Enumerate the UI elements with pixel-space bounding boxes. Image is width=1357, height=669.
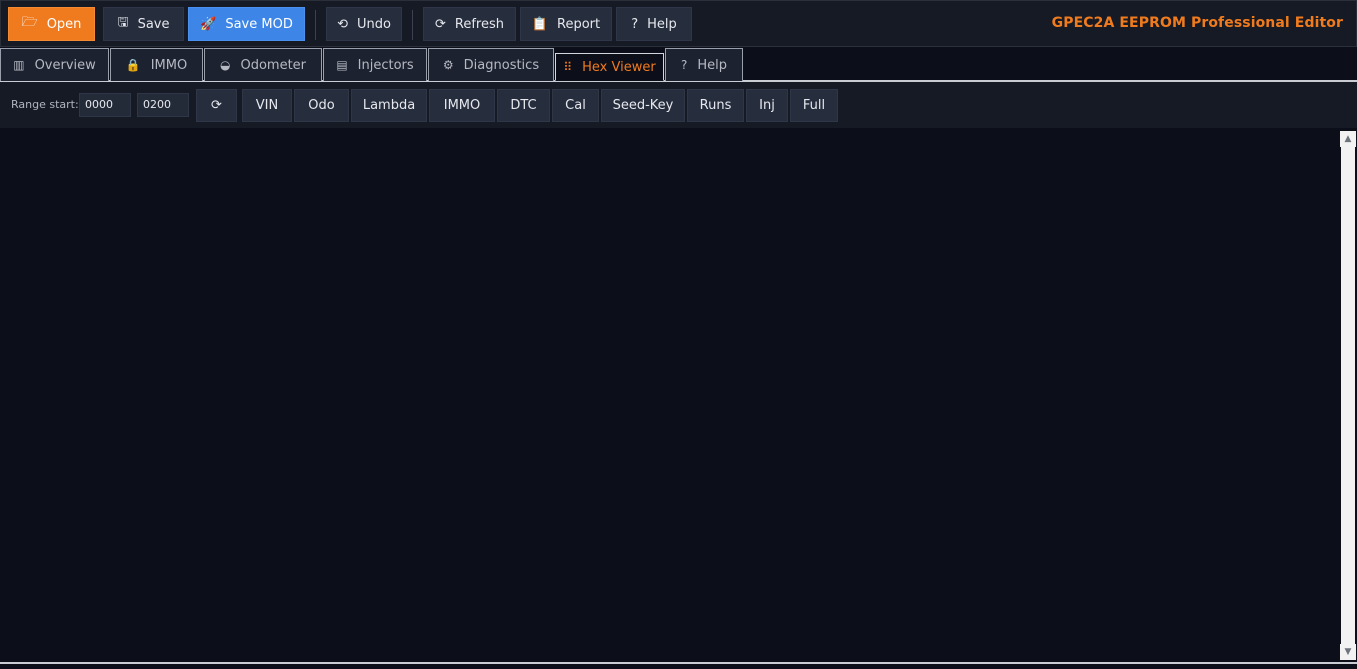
question-icon: ? bbox=[680, 58, 688, 72]
scroll-up-arrow-icon[interactable]: ▲ bbox=[1340, 131, 1356, 147]
open-button-label: Open bbox=[46, 16, 82, 32]
open-button[interactable]: 🗁 Open bbox=[8, 7, 95, 41]
range-length-input[interactable]: 0200 bbox=[137, 93, 189, 117]
toolbar-divider bbox=[315, 10, 316, 40]
tab-label: Odometer bbox=[240, 57, 307, 73]
report-button[interactable]: 📋 Report bbox=[520, 7, 612, 41]
file-icon: ▤ bbox=[336, 58, 348, 72]
tab-label: Overview bbox=[34, 57, 96, 73]
tab-injectors[interactable]: ▤ Injectors bbox=[323, 48, 427, 81]
report-button-label: Report bbox=[557, 16, 601, 32]
gauge-icon: ◒ bbox=[219, 58, 231, 72]
preset-dtc-button[interactable]: DTC bbox=[497, 89, 550, 122]
range-start-label: Range start: bbox=[11, 98, 79, 111]
tab-label: Help bbox=[697, 57, 727, 73]
tab-help[interactable]: ? Help bbox=[665, 48, 743, 81]
refresh-button[interactable]: ⟳ Refresh bbox=[423, 7, 516, 41]
tab-label: Hex Viewer bbox=[582, 59, 656, 75]
folder-open-icon: 🗁 bbox=[21, 15, 38, 30]
help-button-label: Help bbox=[647, 16, 677, 32]
refresh-button-label: Refresh bbox=[454, 16, 504, 32]
reload-icon: ⟳ bbox=[211, 98, 222, 113]
toolbar-divider bbox=[412, 10, 413, 40]
tab-diagnostics[interactable]: ⚙ Diagnostics bbox=[428, 48, 554, 81]
tab-label: IMMO bbox=[150, 57, 188, 73]
save-button-label: Save bbox=[137, 16, 170, 32]
tab-label: Injectors bbox=[357, 57, 414, 73]
save-mod-button[interactable]: 🚀 Save MOD bbox=[188, 7, 305, 41]
tab-hex-viewer[interactable]: ⠿ Hex Viewer bbox=[555, 53, 664, 81]
gears-icon: ⚙ bbox=[442, 58, 454, 72]
save-mod-button-label: Save MOD bbox=[225, 16, 293, 32]
undo-button[interactable]: ⟲ Undo bbox=[326, 7, 402, 41]
bottom-border bbox=[0, 662, 1357, 669]
range-start-input[interactable]: 0000 bbox=[79, 93, 131, 117]
reload-range-button[interactable]: ⟳ bbox=[196, 89, 237, 122]
preset-cal-button[interactable]: Cal bbox=[552, 89, 599, 122]
preset-seed-key-button[interactable]: Seed-Key bbox=[601, 89, 685, 122]
app-title: GPEC2A EEPROM Professional Editor bbox=[1051, 15, 1343, 31]
preset-inj-button[interactable]: Inj bbox=[746, 89, 788, 122]
help-button[interactable]: ? Help bbox=[616, 7, 692, 41]
bar-chart-icon: ▥ bbox=[13, 58, 25, 72]
save-button[interactable]: 🖫 Save bbox=[103, 7, 184, 41]
refresh-icon: ⟳ bbox=[435, 16, 446, 32]
undo-button-label: Undo bbox=[356, 16, 391, 32]
preset-lambda-button[interactable]: Lambda bbox=[351, 89, 427, 122]
clipboard-icon: 📋 bbox=[531, 16, 549, 32]
scrollbar-track[interactable] bbox=[1341, 146, 1355, 644]
tab-odometer[interactable]: ◒ Odometer bbox=[204, 48, 322, 81]
lock-icon: 🔒 bbox=[125, 58, 141, 72]
preset-full-button[interactable]: Full bbox=[790, 89, 838, 122]
tab-overview[interactable]: ▥ Overview bbox=[0, 48, 109, 81]
preset-immo-button[interactable]: IMMO bbox=[429, 89, 495, 122]
preset-runs-button[interactable]: Runs bbox=[687, 89, 744, 122]
tab-immo[interactable]: 🔒 IMMO bbox=[110, 48, 203, 81]
preset-vin-button[interactable]: VIN bbox=[242, 89, 292, 122]
hex-viewer-content[interactable] bbox=[0, 128, 1339, 662]
floppy-disk-icon: 🖫 bbox=[117, 15, 129, 30]
tab-label: Diagnostics bbox=[463, 57, 540, 73]
rocket-icon: 🚀 bbox=[200, 16, 217, 32]
undo-icon: ⟲ bbox=[337, 16, 348, 32]
scroll-down-arrow-icon[interactable]: ▼ bbox=[1340, 644, 1356, 660]
preset-odo-button[interactable]: Odo bbox=[294, 89, 349, 122]
hex-grid-icon: ⠿ bbox=[563, 60, 573, 74]
question-icon: ? bbox=[631, 16, 639, 32]
